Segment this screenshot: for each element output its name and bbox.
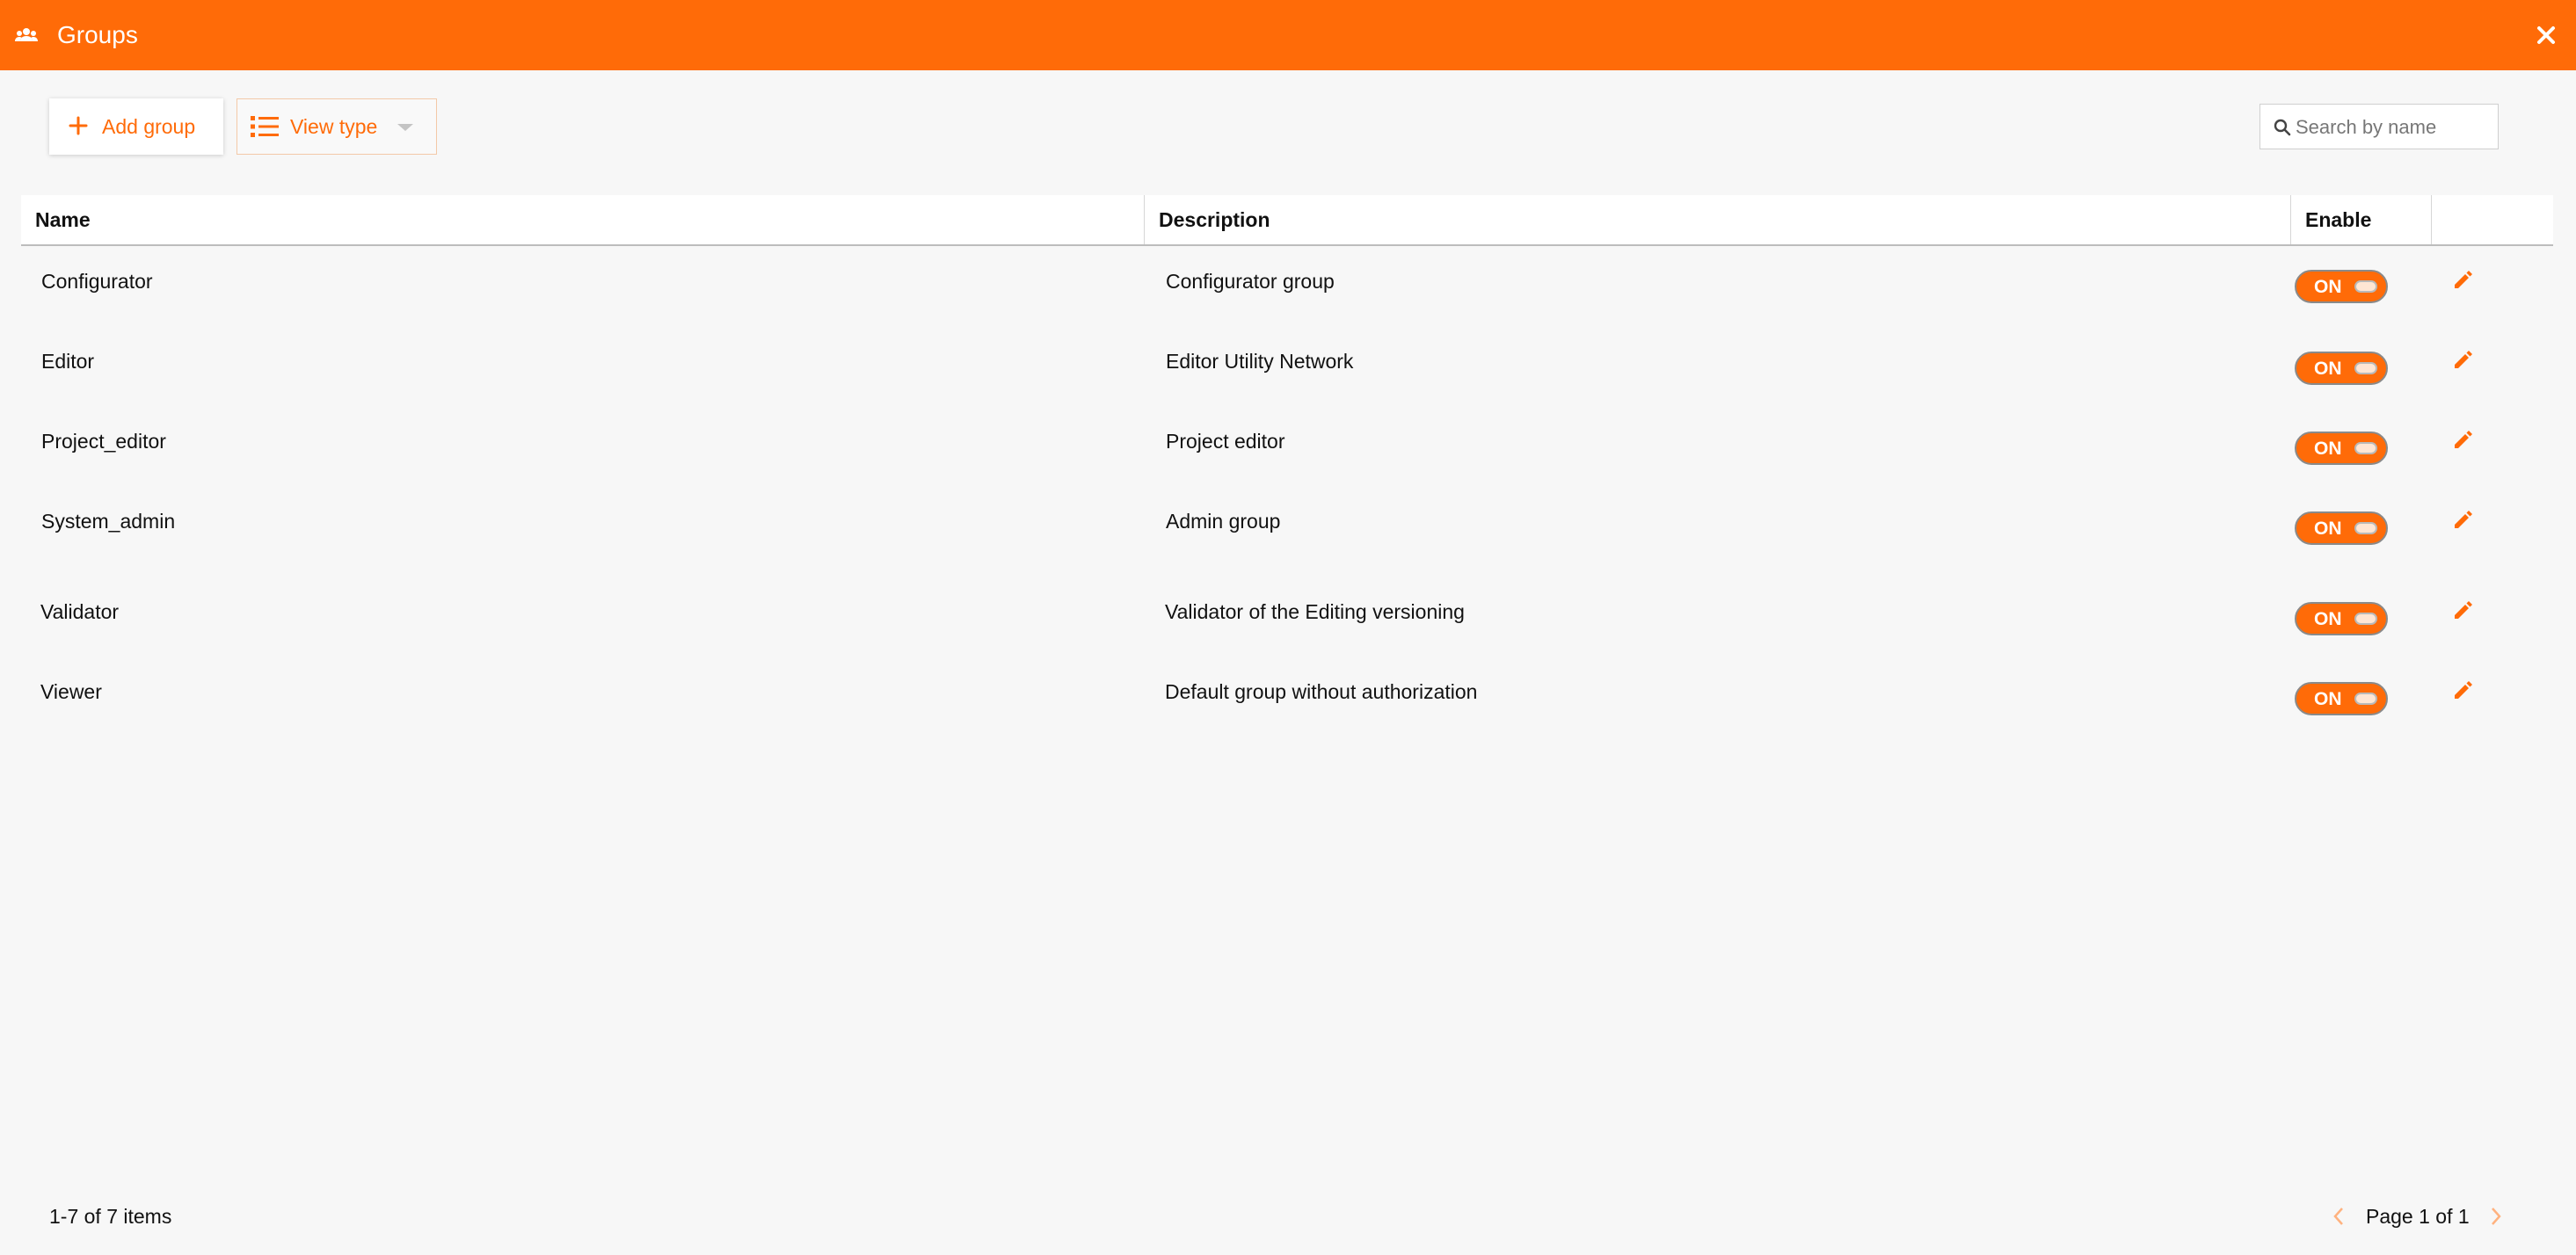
group-description: Editor Utility Network bbox=[1166, 350, 1354, 373]
view-type-dropdown[interactable]: View type bbox=[236, 98, 437, 155]
group-description: Configurator group bbox=[1166, 270, 1335, 293]
group-description: Project editor bbox=[1166, 430, 1285, 453]
toggle-state-label: ON bbox=[2314, 277, 2342, 297]
table-row[interactable]: Project_editor Project editor ON bbox=[21, 424, 2553, 494]
table-row[interactable]: Viewer Default group without authorizati… bbox=[21, 674, 2553, 744]
column-header-actions bbox=[2432, 195, 2553, 244]
chevron-right-icon[interactable] bbox=[2488, 1206, 2504, 1227]
toggle-state-label: ON bbox=[2314, 689, 2342, 709]
page-indicator: Page 1 of 1 bbox=[2366, 1205, 2470, 1228]
group-name: Viewer bbox=[40, 680, 102, 703]
chevron-left-icon[interactable] bbox=[2331, 1206, 2347, 1227]
enable-toggle[interactable]: ON bbox=[2295, 682, 2388, 715]
enable-toggle[interactable]: ON bbox=[2295, 511, 2388, 545]
toggle-state-label: ON bbox=[2314, 609, 2342, 629]
toggle-knob bbox=[2354, 280, 2377, 293]
group-description: Validator of the Editing versioning bbox=[1165, 600, 1465, 623]
pencil-icon[interactable] bbox=[2451, 267, 2476, 292]
column-header-description[interactable]: Description bbox=[1145, 195, 2291, 244]
pencil-icon[interactable] bbox=[2451, 598, 2476, 622]
enable-toggle[interactable]: ON bbox=[2295, 352, 2388, 385]
search-box[interactable] bbox=[2259, 104, 2499, 149]
table-header: Name Description Enable bbox=[21, 195, 2553, 246]
enable-toggle[interactable]: ON bbox=[2295, 270, 2388, 303]
pencil-icon[interactable] bbox=[2451, 507, 2476, 532]
group-name: Configurator bbox=[41, 270, 153, 293]
chevron-down-icon bbox=[397, 124, 413, 131]
group-name: Project_editor bbox=[41, 430, 166, 453]
column-header-name[interactable]: Name bbox=[21, 195, 1145, 244]
toggle-knob bbox=[2354, 442, 2377, 454]
toggle-state-label: ON bbox=[2314, 519, 2342, 539]
group-description: Default group without authorization bbox=[1165, 680, 1478, 703]
table-row[interactable]: Editor Editor Utility Network ON bbox=[21, 344, 2553, 414]
plus-icon bbox=[69, 116, 88, 135]
table-row[interactable]: System_admin Admin group ON bbox=[21, 504, 2553, 574]
close-icon[interactable] bbox=[2534, 23, 2558, 47]
table-row[interactable]: Configurator Configurator group ON bbox=[21, 264, 2553, 334]
pencil-icon[interactable] bbox=[2451, 347, 2476, 372]
pencil-icon[interactable] bbox=[2451, 678, 2476, 702]
toggle-knob bbox=[2354, 613, 2377, 625]
table-row[interactable]: Validator Validator of the Editing versi… bbox=[21, 594, 2553, 664]
enable-toggle[interactable]: ON bbox=[2295, 602, 2388, 635]
search-icon bbox=[2274, 119, 2291, 136]
group-name: System_admin bbox=[41, 510, 176, 533]
column-header-enable[interactable]: Enable bbox=[2291, 195, 2432, 244]
view-type-label: View type bbox=[290, 115, 378, 138]
toggle-state-label: ON bbox=[2314, 359, 2342, 379]
groups-icon bbox=[15, 28, 38, 41]
group-name: Editor bbox=[41, 350, 95, 373]
pencil-icon[interactable] bbox=[2451, 427, 2476, 452]
search-input[interactable] bbox=[2294, 110, 2494, 145]
toggle-knob bbox=[2354, 362, 2377, 374]
toggle-knob bbox=[2354, 522, 2377, 534]
title-bar: Groups bbox=[0, 0, 2576, 70]
enable-toggle[interactable]: ON bbox=[2295, 432, 2388, 465]
list-icon bbox=[251, 116, 279, 137]
add-group-label: Add group bbox=[102, 115, 196, 138]
toggle-state-label: ON bbox=[2314, 439, 2342, 459]
toggle-knob bbox=[2354, 693, 2377, 705]
add-group-button[interactable]: Add group bbox=[49, 98, 223, 155]
window-title: Groups bbox=[57, 21, 138, 48]
group-name: Validator bbox=[40, 600, 120, 623]
group-description: Admin group bbox=[1166, 510, 1281, 533]
items-count: 1-7 of 7 items bbox=[49, 1205, 172, 1228]
